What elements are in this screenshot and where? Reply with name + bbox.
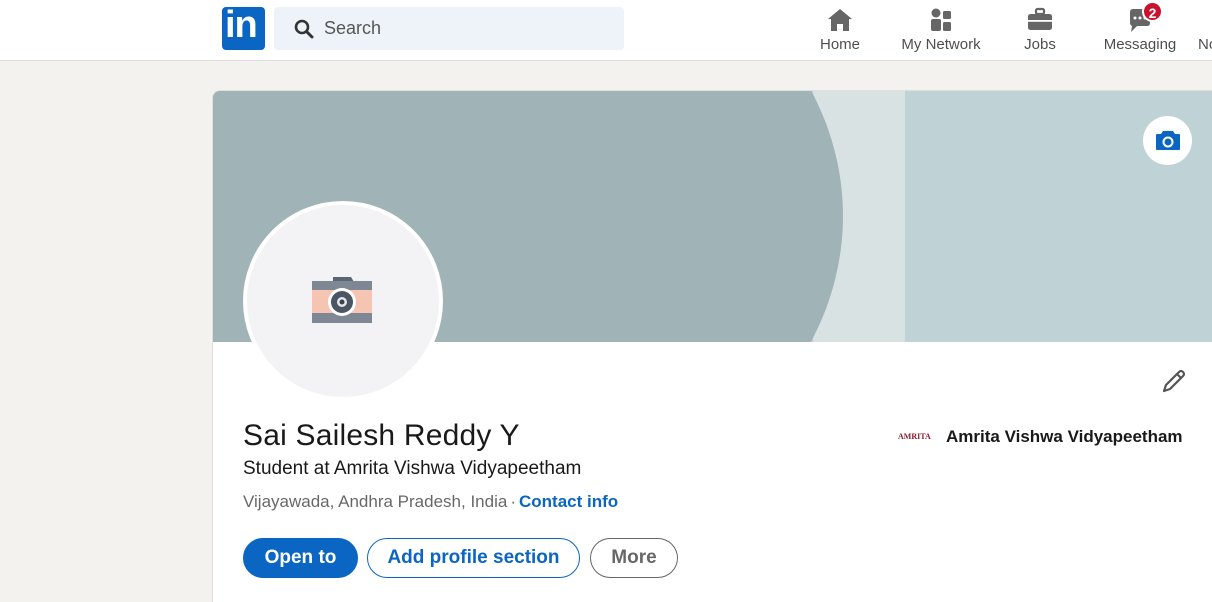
nav-my-network[interactable]: My Network: [895, 0, 987, 61]
more-button[interactable]: More: [590, 538, 678, 578]
profile-headline: Student at Amrita Vishwa Vidyapeetham: [243, 458, 582, 479]
add-photo-camera-icon: [312, 277, 372, 323]
open-to-button[interactable]: Open to: [243, 538, 358, 578]
education-name: Amrita Vishwa Vidyapeetham: [946, 427, 1183, 446]
nav-messaging-label: Messaging: [1103, 36, 1177, 53]
location-separator: ·: [510, 492, 516, 511]
edit-intro-pencil-icon[interactable]: [1158, 367, 1188, 397]
nav-home-label: Home: [819, 36, 860, 53]
home-icon: [828, 9, 852, 31]
search-bar[interactable]: [274, 7, 624, 50]
edit-background-button[interactable]: [1143, 116, 1192, 165]
linkedin-logo[interactable]: in: [222, 7, 265, 50]
contact-info-link[interactable]: Contact info: [519, 492, 618, 511]
briefcase-icon: [1028, 7, 1052, 30]
nav-jobs-label: Jobs: [1024, 36, 1056, 53]
nav-home[interactable]: Home: [810, 0, 870, 61]
profile-card: Sai Sailesh Reddy Y Student at Amrita Vi…: [212, 90, 1212, 602]
people-icon: [931, 8, 951, 31]
nav-my-network-label: My Network: [901, 36, 981, 53]
profile-location-line: Vijayawada, Andhra Pradesh, India · Contac…: [243, 492, 618, 512]
logo-text: in: [225, 7, 258, 46]
nav-notifications[interactable]: No: [1196, 0, 1212, 61]
amrita-logo: AMRITA: [898, 432, 931, 441]
profile-location: Vijayawada, Andhra Pradesh, India: [243, 492, 508, 511]
nav-notifications-label: No: [1198, 36, 1212, 53]
profile-photo[interactable]: [243, 201, 443, 401]
profile-name: Sai Sailesh Reddy Y: [243, 419, 520, 452]
nav-jobs[interactable]: Jobs: [1010, 0, 1070, 61]
add-profile-section-button[interactable]: Add profile section: [367, 538, 580, 578]
messaging-badge: 2: [1142, 1, 1163, 22]
top-navigation: in Home My Network Jobs: [0, 0, 1212, 61]
search-input[interactable]: [324, 7, 614, 50]
nav-messaging[interactable]: 2 Messaging: [1100, 0, 1180, 61]
camera-icon: [1156, 131, 1180, 150]
search-icon: [294, 19, 314, 39]
education-link[interactable]: AMRITA Amrita Vishwa Vidyapeetham: [898, 427, 1183, 449]
